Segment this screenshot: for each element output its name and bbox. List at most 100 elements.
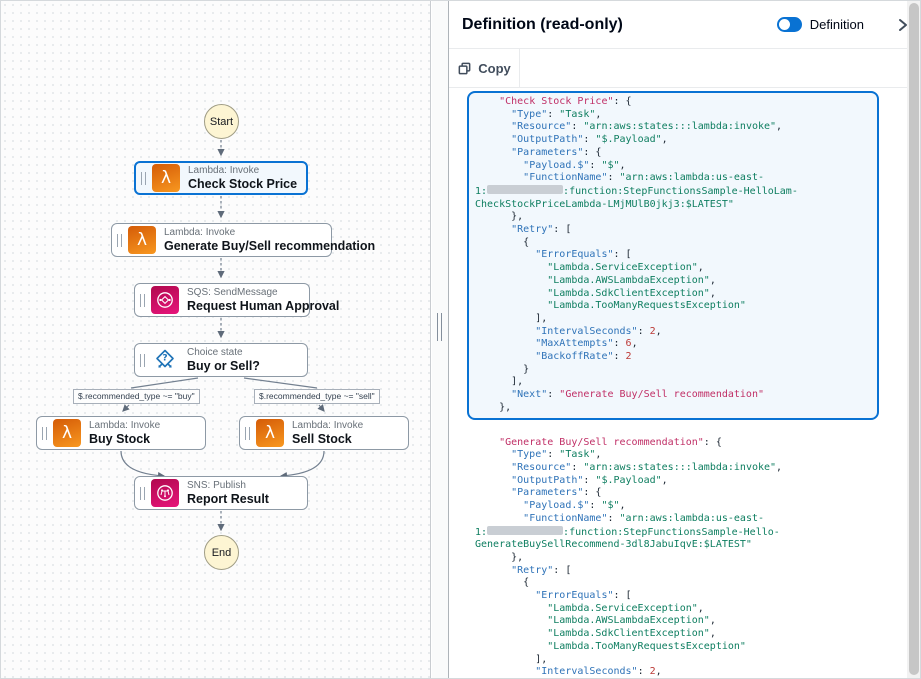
code-line: "Check Stock Price": {: [475, 96, 871, 109]
code-line: "Next": "Generate Buy/Sell recommendatio…: [475, 389, 871, 402]
code-line: "Payload.$": "$",: [475, 160, 871, 173]
code-line: "Resource": "arn:aws:states:::lambda:inv…: [475, 462, 871, 475]
terminal-node-start: Start: [204, 104, 239, 139]
workflow-edges: [1, 1, 431, 679]
code-line: }: [475, 364, 871, 377]
definition-panel-header: Definition (read-only) Definition: [449, 1, 921, 49]
code-line: "Generate Buy/Sell recommendation": {: [475, 437, 871, 450]
code-line: ],: [475, 376, 871, 389]
state-name-label: Request Human Approval: [187, 299, 339, 313]
code-line: "Parameters": {: [475, 147, 871, 160]
definition-toggle-group: Definition: [777, 17, 908, 32]
definition-code-view[interactable]: "Check Stock Price": { "Type": "Task", "…: [449, 89, 896, 679]
sns-icon: [151, 479, 179, 507]
state-name-label: Report Result: [187, 492, 269, 506]
terminal-node-end: End: [204, 535, 239, 570]
drag-handle-icon[interactable]: [117, 234, 122, 247]
step-functions-definition-view: StartλLambda: InvokeCheck Stock PriceλLa…: [0, 0, 921, 679]
code-line: "Lambda.ServiceException",: [475, 262, 871, 275]
edge-condition-sell-label: $.recommended_type ~= "sell": [254, 389, 380, 404]
code-block-selected-state[interactable]: "Check Stock Price": { "Type": "Task", "…: [467, 91, 879, 420]
code-line: "Parameters": {: [475, 487, 871, 500]
state-type-caption: Lambda: Invoke: [188, 165, 297, 177]
drag-handle-icon[interactable]: [140, 354, 145, 367]
code-line: "IntervalSeconds": 2,: [475, 326, 871, 339]
code-line: "Resource": "arn:aws:states:::lambda:inv…: [475, 121, 871, 134]
lambda-icon: λ: [128, 226, 156, 254]
code-block[interactable]: "Generate Buy/Sell recommendation": { "T…: [467, 432, 879, 679]
state-name-label: Generate Buy/Sell recommendation: [164, 239, 375, 253]
copy-button-label: Copy: [478, 61, 511, 76]
sqs-icon: [151, 286, 179, 314]
state-type-caption: Lambda: Invoke: [89, 420, 160, 432]
code-line: ],: [475, 313, 871, 326]
lambda-icon: λ: [152, 164, 180, 192]
definition-toggle[interactable]: [777, 17, 802, 32]
code-line: "Retry": [: [475, 565, 871, 578]
state-type-caption: SNS: Publish: [187, 480, 269, 492]
state-node-check-stock-price[interactable]: λ Lambda: InvokeCheck Stock Price: [134, 161, 308, 195]
state-name-label: Sell Stock: [292, 432, 363, 446]
workflow-graph-canvas[interactable]: StartλLambda: InvokeCheck Stock PriceλLa…: [1, 1, 431, 679]
svg-text:?: ?: [162, 354, 167, 364]
code-line: {: [475, 577, 871, 590]
copy-button[interactable]: Copy: [449, 49, 520, 87]
code-line: "Lambda.AWSLambdaException",: [475, 615, 871, 628]
state-type-caption: Lambda: Invoke: [164, 227, 375, 239]
code-line: "Lambda.ServiceException",: [475, 603, 871, 616]
code-line: "OutputPath": "$.Payload",: [475, 134, 871, 147]
state-node-sell-stock[interactable]: λLambda: InvokeSell Stock: [239, 416, 409, 450]
code-line: "Type": "Task",: [475, 449, 871, 462]
state-name-label: Buy or Sell?: [187, 359, 260, 373]
window-scrollbar[interactable]: [907, 1, 921, 679]
window-scrollbar-thumb[interactable]: [909, 3, 919, 675]
choice-icon: ?: [151, 346, 179, 374]
drag-handle-icon[interactable]: [141, 172, 146, 185]
code-line: CheckStockPriceLambda-LMjMUlB0jkj3:$LATE…: [475, 199, 871, 212]
code-line: "IntervalSeconds": 2,: [475, 666, 871, 679]
state-node-buy-stock[interactable]: λLambda: InvokeBuy Stock: [36, 416, 206, 450]
terminal-label: End: [212, 547, 232, 559]
panel-title: Definition (read-only): [462, 16, 623, 34]
drag-handle-icon[interactable]: [140, 294, 145, 307]
code-line: "Lambda.SdkClientException",: [475, 628, 871, 641]
code-line: {: [475, 237, 871, 250]
code-line: "Retry": [: [475, 224, 871, 237]
code-line: "ErrorEquals": [: [475, 249, 871, 262]
code-line: "Lambda.TooManyRequestsException": [475, 641, 871, 654]
code-line: ],: [475, 654, 871, 667]
code-line: "FunctionName": "arn:aws:lambda:us-east-: [475, 172, 871, 185]
drag-handle-icon[interactable]: [245, 427, 250, 440]
state-type-caption: SQS: SendMessage: [187, 287, 339, 299]
state-node-report-result[interactable]: SNS: PublishReport Result: [134, 476, 308, 510]
state-node-request-human-approval[interactable]: SQS: SendMessageRequest Human Approval: [134, 283, 310, 317]
panel-resize-splitter[interactable]: [432, 1, 449, 679]
code-line: "MaxAttempts": 6,: [475, 338, 871, 351]
code-line: "Payload.$": "$",: [475, 500, 871, 513]
state-name-label: Buy Stock: [89, 432, 160, 446]
drag-handle-icon[interactable]: [140, 487, 145, 500]
state-node-generate-buy-sell-recommendation[interactable]: λLambda: InvokeGenerate Buy/Sell recomme…: [111, 223, 332, 257]
code-line: GenerateBuySellRecommend-3dl8JabuIqvE:$L…: [475, 539, 871, 552]
code-line: "BackoffRate": 2: [475, 351, 871, 364]
redacted-account-id: [487, 526, 563, 535]
state-name-label: Check Stock Price: [188, 177, 297, 191]
code-line: "Type": "Task",: [475, 109, 871, 122]
lambda-icon: λ: [256, 419, 284, 447]
toggle-knob: [779, 19, 790, 30]
code-line: },: [475, 552, 871, 565]
state-type-caption: Choice state: [187, 347, 260, 359]
state-node-buy-or-sell[interactable]: ? Choice stateBuy or Sell?: [134, 343, 308, 377]
code-toolbar: Copy: [449, 49, 921, 88]
drag-handle-icon[interactable]: [42, 427, 47, 440]
redacted-account-id: [487, 185, 563, 194]
code-line: "OutputPath": "$.Payload",: [475, 475, 871, 488]
splitter-grip-icon[interactable]: [437, 313, 442, 341]
code-line: },: [475, 211, 871, 224]
code-line: "Lambda.SdkClientException",: [475, 288, 871, 301]
code-line: 1::function:StepFunctionsSample-Hello-: [475, 526, 871, 540]
code-line: 1::function:StepFunctionsSample-HelloLam…: [475, 185, 871, 199]
code-line: "FunctionName": "arn:aws:lambda:us-east-: [475, 513, 871, 526]
code-line: "ErrorEquals": [: [475, 590, 871, 603]
code-line: "Lambda.AWSLambdaException",: [475, 275, 871, 288]
